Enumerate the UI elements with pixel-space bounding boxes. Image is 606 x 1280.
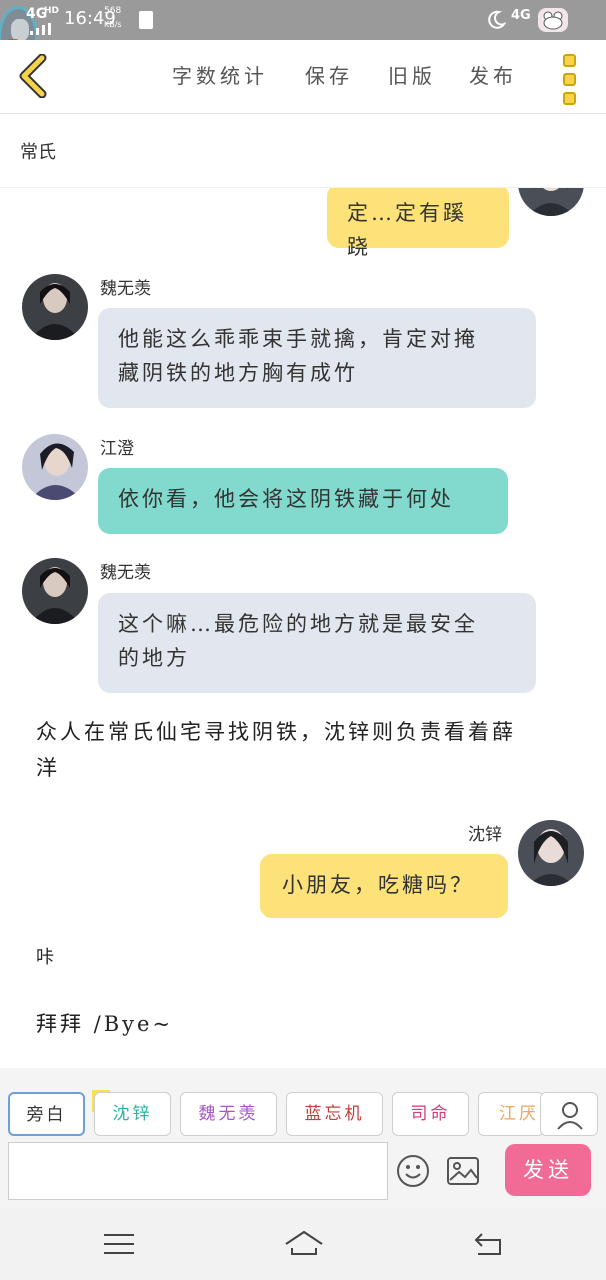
home-icon[interactable] <box>284 1230 324 1262</box>
speed-value: 568 <box>104 6 122 16</box>
narration-line: 洋 <box>36 756 60 780</box>
message-bubble: 这个嘛…最危险的地方就是最安全 的地方 <box>98 593 536 693</box>
message-text-line: 他能这么乖乖束手就擒，肯定对掩 <box>118 327 478 351</box>
back-arrow-icon[interactable] <box>16 53 50 99</box>
battery-icon <box>538 8 568 32</box>
avatar-wei-wuxian <box>22 274 88 340</box>
speaker-name: 魏无羡 <box>100 279 151 299</box>
hd-indicator: HD <box>44 6 60 16</box>
user-icon <box>557 1102 583 1130</box>
role-chip-wei-wuxian[interactable]: 魏无羡 <box>180 1092 277 1136</box>
role-chip-jiang-yan[interactable]: 江厌 <box>478 1092 544 1136</box>
scene-title: 常氏 <box>20 142 56 163</box>
word-count-button[interactable]: 字数统计 <box>172 60 268 89</box>
message-text-line: 藏阴铁的地方胸有成竹 <box>118 361 358 385</box>
clipboard-icon <box>139 11 153 29</box>
chat-area[interactable]: 定…定有蹊跷 魏无羡 他能这么乖乖束手就擒，肯定对掩 藏阴铁的地方胸有成竹 江澄… <box>0 188 606 1068</box>
back-icon[interactable] <box>472 1230 504 1262</box>
message-bubble: 依你看，他会将这阴铁藏于何处 <box>98 468 508 534</box>
speed-unit: KB/s <box>104 20 122 29</box>
signal-icon <box>30 20 54 35</box>
message-bubble: 他能这么乖乖束手就擒，肯定对掩 藏阴铁的地方胸有成竹 <box>98 308 536 408</box>
send-button[interactable]: 发送 <box>505 1144 591 1196</box>
role-chip-shen-xin[interactable]: 沈锌 <box>94 1092 171 1136</box>
narration-line: 众人在常氏仙宅寻找阴铁，沈锌则负责看着薛 <box>36 720 516 744</box>
image-icon[interactable] <box>446 1156 480 1186</box>
message-text: 定…定有蹊跷 <box>347 201 467 259</box>
narration-text: 拜拜 /Bye~ <box>36 1012 174 1036</box>
avatar-wei-wuxian <box>22 558 88 624</box>
avatar-shen-xin <box>518 188 584 216</box>
menu-icon[interactable] <box>104 1232 134 1260</box>
add-role-button[interactable] <box>540 1092 598 1136</box>
speaker-name: 魏无羡 <box>100 563 151 583</box>
emoji-icon[interactable] <box>396 1154 430 1188</box>
narration-text: 咔 <box>36 947 57 968</box>
editor-header: 字数统计 保存 旧版 发布 <box>0 40 606 114</box>
avatar-jiang-cheng <box>22 434 88 500</box>
publish-button[interactable]: 发布 <box>469 60 517 89</box>
old-version-button[interactable]: 旧版 <box>388 60 436 89</box>
network-indicator-right: 4G <box>511 8 531 23</box>
message-bubble: 小朋友，吃糖吗？ <box>260 854 508 918</box>
status-bar: 4G HD 16:49 568 KB/s 4G <box>0 0 606 68</box>
scene-bar[interactable]: 常氏 <box>0 114 606 188</box>
message-text: 小朋友，吃糖吗？ <box>282 873 474 897</box>
message-input[interactable] <box>8 1142 388 1200</box>
save-button[interactable]: 保存 <box>305 60 353 89</box>
moon-icon <box>486 10 507 34</box>
message-text-line: 的地方 <box>118 646 190 670</box>
speaker-name: 江澄 <box>100 439 134 459</box>
narration-text: 众人在常氏仙宅寻找阴铁，沈锌则负责看着薛 洋 <box>36 714 516 786</box>
input-panel: 旁白 主 沈锌 魏无羡 蓝忘机 司命 江厌 发送 <box>0 1068 606 1208</box>
role-chip-si-ming[interactable]: 司命 <box>392 1092 469 1136</box>
role-chip-narrator[interactable]: 旁白 <box>8 1092 85 1136</box>
system-nav-bar <box>0 1208 606 1280</box>
message-text: 依你看，他会将这阴铁藏于何处 <box>118 487 454 511</box>
avatar-shen-xin <box>518 820 584 886</box>
more-menu-icon[interactable] <box>563 54 583 105</box>
message-text-line: 这个嘛…最危险的地方就是最安全 <box>118 612 478 636</box>
speaker-name: 沈锌 <box>468 825 502 845</box>
message-bubble: 定…定有蹊跷 <box>327 188 509 259</box>
role-chip-lan-wangji[interactable]: 蓝忘机 <box>286 1092 383 1136</box>
